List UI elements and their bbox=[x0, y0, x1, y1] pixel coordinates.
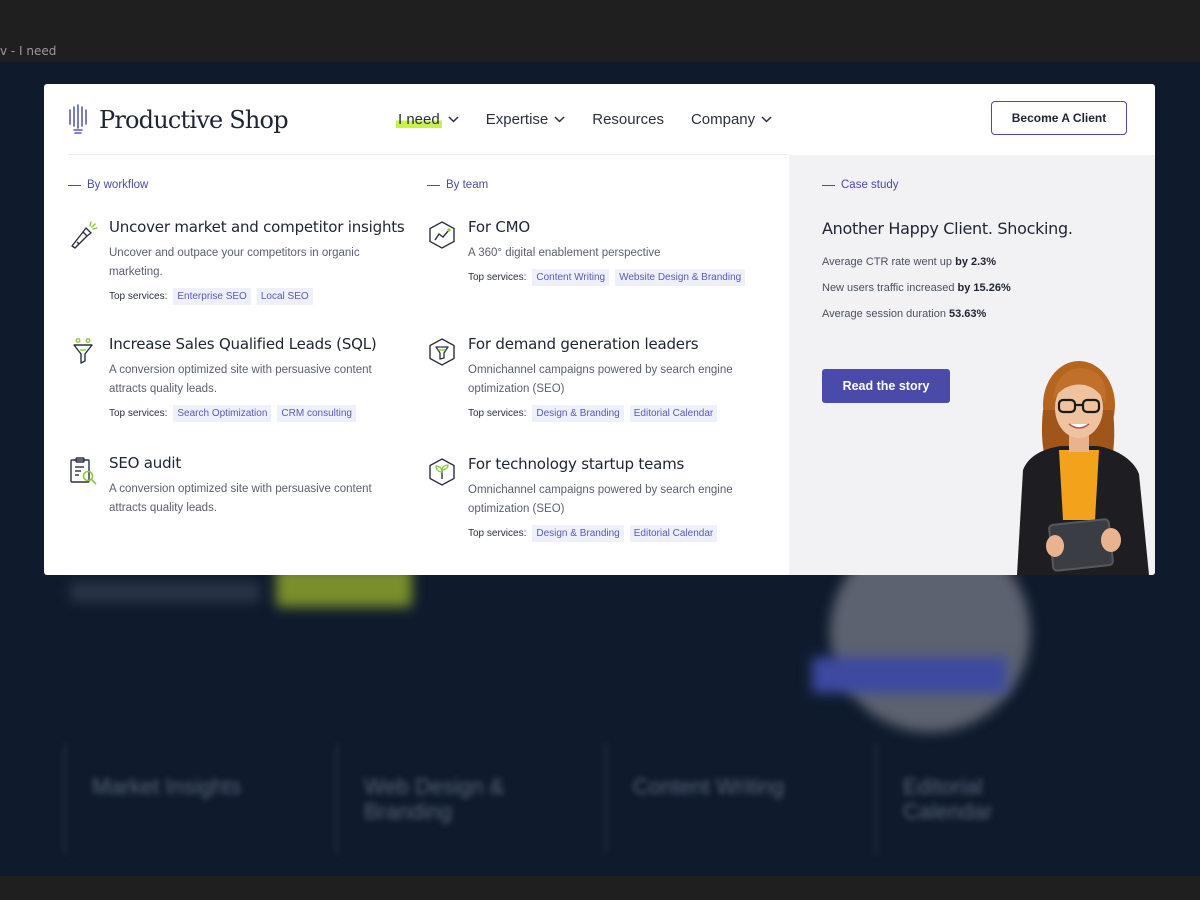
top-services: Top services: Design & Branding Editoria… bbox=[468, 525, 768, 542]
service-chip[interactable]: Enterprise SEO bbox=[173, 288, 251, 305]
nav-label: Expertise bbox=[485, 110, 549, 128]
chevron-down-icon bbox=[761, 115, 772, 123]
top-services: Top services: Search Optimization CRM co… bbox=[109, 405, 409, 422]
item-body: Uncover market and competitor insights U… bbox=[109, 218, 409, 305]
chevron-down-icon bbox=[448, 115, 459, 123]
top-services: Top services: Enterprise SEO Local SEO bbox=[109, 288, 409, 305]
top-services: Top services: Content Writing Website De… bbox=[468, 269, 768, 286]
section-title-text: Case study bbox=[841, 179, 899, 191]
stat-text: Average CTR rate went up bbox=[822, 256, 953, 268]
item-title[interactable]: Increase Sales Qualified Leads (SQL) bbox=[109, 335, 409, 353]
item-body: SEO audit A conversion optimized site wi… bbox=[109, 454, 409, 518]
bg-blurred-bar bbox=[812, 657, 1007, 693]
section-title-text: By workflow bbox=[87, 179, 149, 191]
item-title[interactable]: For technology startup teams bbox=[468, 455, 768, 473]
item-description: A conversion optimized site with persuas… bbox=[109, 483, 372, 514]
clipboard-search-icon bbox=[70, 457, 97, 485]
stat-value: 53.63% bbox=[949, 308, 987, 320]
logo-mark-icon bbox=[69, 104, 87, 134]
item-body: For CMO A 360° digital enablement perspe… bbox=[468, 218, 768, 286]
section-title: By workflow bbox=[68, 179, 148, 191]
item-description: A conversion optimized site with persuas… bbox=[109, 364, 372, 395]
mega-menu: Productive Shop I need Expertise Resourc… bbox=[44, 84, 1155, 575]
dash-icon bbox=[822, 184, 835, 186]
stat-text: New users traffic increased bbox=[822, 282, 955, 294]
dash-icon bbox=[68, 184, 81, 186]
service-chip[interactable]: Local SEO bbox=[256, 288, 313, 305]
header-divider bbox=[68, 154, 788, 155]
nav-item-company[interactable]: Company bbox=[691, 108, 772, 130]
item-title[interactable]: For demand generation leaders bbox=[468, 335, 768, 353]
case-stat: New users traffic increased by 15.26% bbox=[822, 282, 1011, 294]
read-the-story-button[interactable]: Read the story bbox=[822, 369, 950, 403]
section-title-text: By team bbox=[446, 179, 489, 191]
top-services-label: Top services: bbox=[468, 528, 527, 539]
nav-item-resources[interactable]: Resources bbox=[592, 108, 664, 130]
sprout-hexagon-icon bbox=[429, 458, 455, 486]
case-study-title: Another Happy Client. Shocking. bbox=[822, 219, 1073, 238]
bg-card: Web Design & Branding bbox=[336, 744, 536, 854]
logo[interactable]: Productive Shop bbox=[68, 104, 289, 136]
service-chip[interactable]: Content Writing bbox=[532, 269, 610, 286]
item-body: For demand generation leaders Omnichanne… bbox=[468, 335, 768, 422]
logo-text: Productive Shop bbox=[99, 106, 289, 134]
top-services-label: Top services: bbox=[109, 408, 168, 419]
case-stat: Average CTR rate went up by 2.3% bbox=[822, 256, 996, 268]
main-nav: I need Expertise Resources Company bbox=[396, 108, 799, 130]
stat-value: by 2.3% bbox=[955, 256, 997, 268]
service-chip[interactable]: Website Design & Branding bbox=[615, 269, 746, 286]
service-chip[interactable]: Search Optimization bbox=[173, 405, 272, 422]
item-description: Omnichannel campaigns powered by search … bbox=[468, 484, 733, 515]
stat-text: Average session duration bbox=[822, 308, 946, 320]
service-chip[interactable]: Editorial Calendar bbox=[629, 405, 718, 422]
service-chip[interactable]: Design & Branding bbox=[532, 405, 624, 422]
site-header: Productive Shop I need Expertise Resourc… bbox=[44, 84, 1155, 154]
bg-card: Market Insights bbox=[64, 744, 264, 854]
chart-hexagon-icon bbox=[429, 221, 455, 249]
section-title: Case study bbox=[822, 179, 899, 191]
become-a-client-button[interactable]: Become A Client bbox=[991, 101, 1127, 135]
item-description: Omnichannel campaigns powered by search … bbox=[468, 364, 733, 395]
service-chip[interactable]: Editorial Calendar bbox=[629, 525, 718, 542]
flashlight-icon bbox=[71, 221, 98, 249]
editor-bottom-bar bbox=[0, 876, 1200, 900]
nav-item-i-need[interactable]: I need bbox=[396, 108, 459, 130]
section-title: By team bbox=[427, 179, 488, 191]
client-photo bbox=[1017, 361, 1149, 575]
case-study-panel: Case study Another Happy Client. Shockin… bbox=[789, 155, 1155, 575]
stat-value: by 15.26% bbox=[957, 282, 1011, 294]
nav-item-expertise[interactable]: Expertise bbox=[486, 108, 566, 130]
item-title[interactable]: SEO audit bbox=[109, 454, 409, 472]
item-description: Uncover and outpace your competitors in … bbox=[109, 247, 360, 278]
top-services: Top services: Design & Branding Editoria… bbox=[468, 405, 768, 422]
frame-label: v - I need bbox=[0, 44, 57, 58]
case-stat: Average session duration 53.63% bbox=[822, 308, 986, 320]
item-body: For technology startup teams Omnichannel… bbox=[468, 455, 768, 542]
top-services-label: Top services: bbox=[109, 291, 168, 302]
top-services-label: Top services: bbox=[468, 408, 527, 419]
chevron-down-icon bbox=[554, 115, 565, 123]
item-title[interactable]: Uncover market and competitor insights bbox=[109, 218, 409, 236]
service-chip[interactable]: CRM consulting bbox=[277, 405, 356, 422]
item-description: A 360° digital enablement perspective bbox=[468, 247, 661, 259]
bg-card: Content Writing bbox=[605, 744, 805, 854]
service-chip[interactable]: Design & Branding bbox=[532, 525, 624, 542]
top-services-label: Top services: bbox=[468, 272, 527, 283]
bg-blurred-text bbox=[70, 582, 260, 602]
item-title[interactable]: For CMO bbox=[468, 218, 768, 236]
nav-label: Resources bbox=[592, 110, 664, 128]
item-body: Increase Sales Qualified Leads (SQL) A c… bbox=[109, 335, 409, 422]
dash-icon bbox=[427, 184, 440, 186]
funnel-icon bbox=[73, 338, 93, 364]
bg-card: Editorial Calendar bbox=[875, 744, 1075, 854]
nav-label: I need bbox=[396, 110, 442, 128]
funnel-hexagon-icon bbox=[429, 338, 455, 366]
nav-label: Company bbox=[690, 110, 756, 128]
editor-top-bar bbox=[0, 0, 1200, 62]
